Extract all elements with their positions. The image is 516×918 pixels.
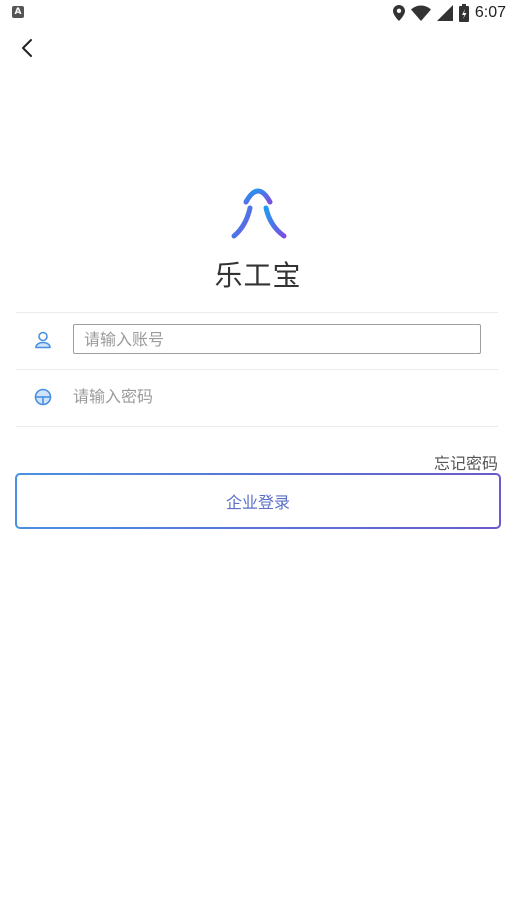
status-icons: 6:07: [392, 3, 506, 23]
forgot-password-link[interactable]: 忘记密码: [434, 450, 498, 474]
lock-icon: [34, 388, 52, 406]
password-input[interactable]: [73, 381, 481, 411]
chevron-left-icon: [22, 39, 32, 57]
battery-icon: [458, 4, 469, 22]
notification-icon: A: [12, 6, 24, 18]
back-button[interactable]: [14, 34, 42, 62]
enterprise-login-button[interactable]: 企业登录: [15, 473, 501, 529]
location-icon: [392, 5, 405, 21]
divider-bottom: [16, 426, 498, 427]
status-bar: A 6:07: [0, 0, 516, 26]
account-input[interactable]: [73, 324, 481, 354]
signal-icon: [436, 5, 453, 21]
wifi-icon: [410, 5, 431, 21]
divider-middle: [16, 369, 498, 370]
app-logo-icon: [231, 183, 287, 239]
status-time: 6:07: [474, 4, 506, 21]
divider-top: [16, 312, 498, 313]
app-name: 乐工宝: [214, 259, 302, 292]
user-icon: [35, 331, 51, 349]
